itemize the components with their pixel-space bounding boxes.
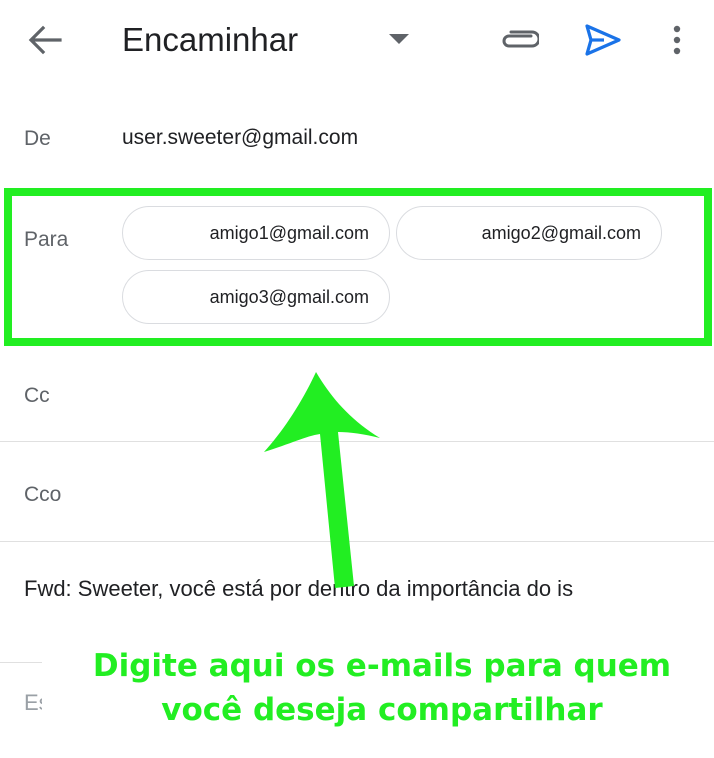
annotation-arrow — [264, 372, 380, 588]
recipient-chip[interactable]: amigo3@gmail.com — [122, 270, 390, 324]
page-title: Encaminhar — [122, 21, 299, 58]
cc-field[interactable]: Cc — [24, 384, 50, 408]
from-label: De — [24, 127, 51, 150]
to-label: Para — [24, 228, 69, 251]
recipient-chip[interactable]: amigo1@gmail.com — [122, 206, 390, 260]
bcc-field[interactable]: Cco — [24, 483, 61, 507]
attach-icon[interactable] — [494, 20, 544, 60]
top-app-bar: Encaminhar — [0, 0, 714, 80]
annotation-caption: Digite aqui os e-mails para quem você de… — [92, 648, 672, 728]
dropdown-icon[interactable] — [384, 24, 414, 54]
recipient-chip[interactable]: amigo2@gmail.com — [396, 206, 662, 260]
send-icon[interactable] — [578, 18, 628, 62]
more-icon[interactable] — [660, 18, 694, 62]
back-arrow-icon[interactable] — [22, 18, 68, 62]
from-value[interactable]: user.sweeter@gmail.com — [122, 126, 358, 150]
